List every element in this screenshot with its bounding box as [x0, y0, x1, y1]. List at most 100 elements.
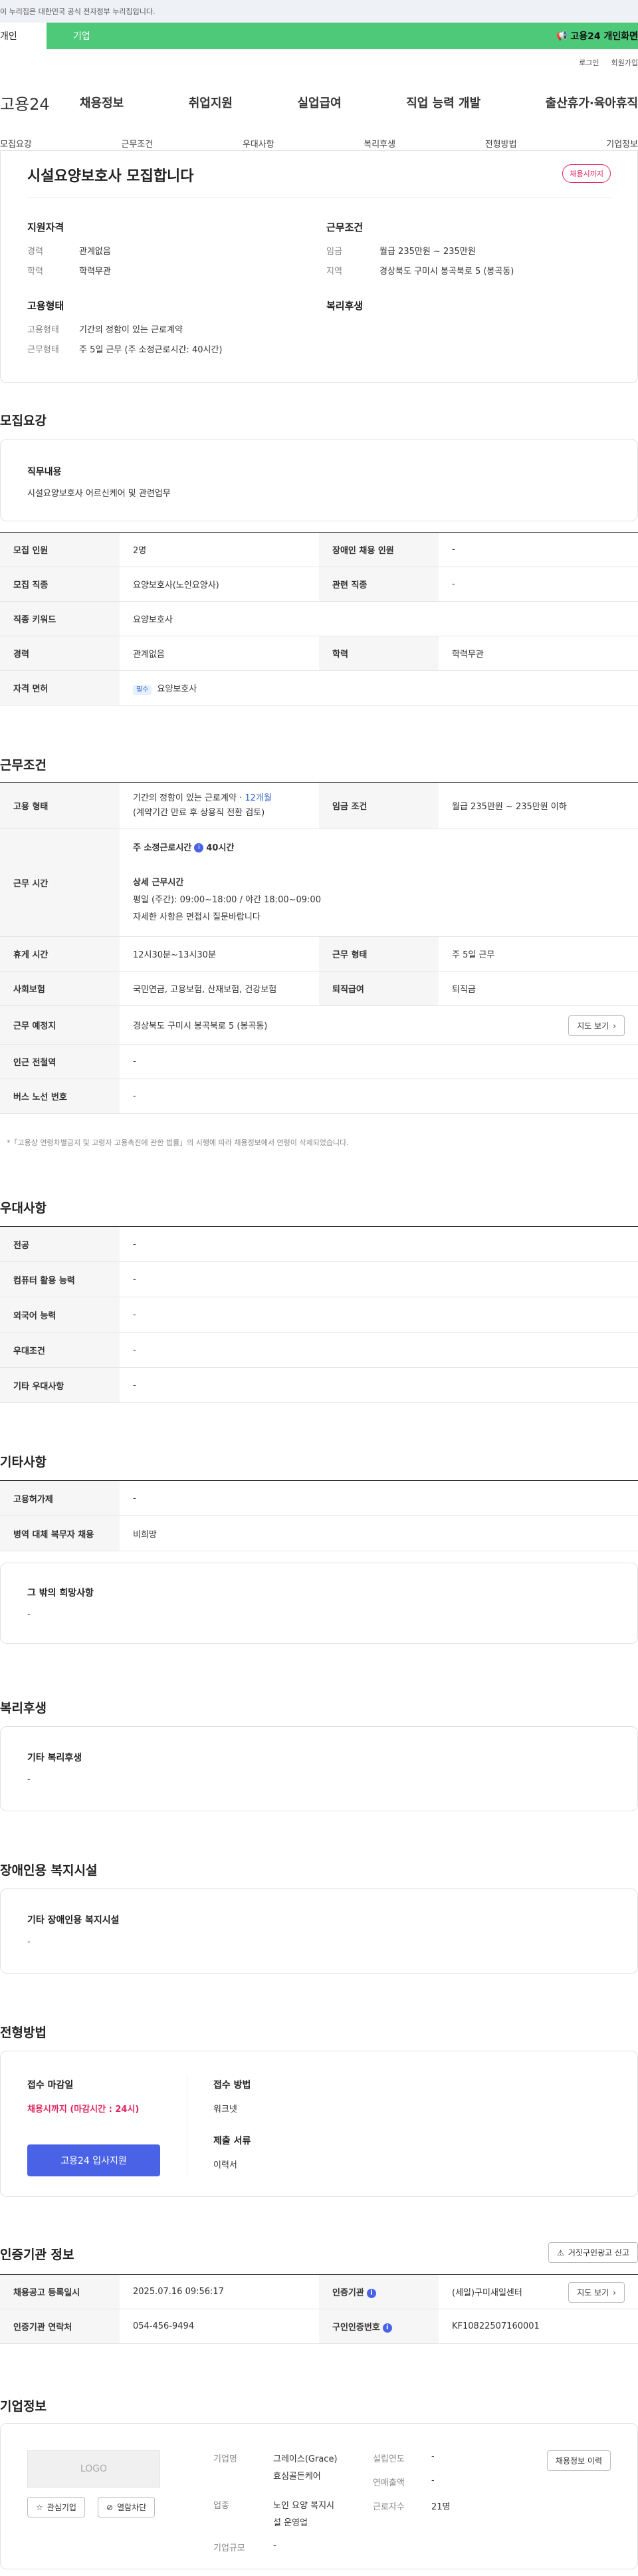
gov-notice-text: 이 누리집은 대한민국 공식 전자정부 누리집입니다. — [0, 7, 156, 16]
contract-months: 12개월 — [245, 793, 272, 803]
major-value: - — [120, 1226, 638, 1262]
hours-cell: 주 소정근로시간 i 40시간 상세 근무시간 평일 (주간): 09:00~18… — [120, 829, 638, 937]
chevron-right-icon: › — [613, 2287, 616, 2297]
disabled-card-value: - — [27, 1937, 31, 1947]
severance-label: 퇴직급여 — [319, 971, 439, 1006]
recruit-table: 모집 인원 2명 장애인 채용 인원 - 모집 직종 요양보호사(노인요양사) … — [0, 532, 638, 706]
place-cell: 경상북도 구미시 봉곡북로 5 (봉곡동) 지도 보기 › — [120, 1005, 638, 1045]
site-logo[interactable]: 고용24 — [0, 91, 80, 114]
personal-screen-link[interactable]: 📢 고용24 개인화면 — [556, 23, 638, 49]
login-link[interactable]: 로그인 — [579, 57, 599, 68]
other-pref-value: - — [120, 1367, 638, 1403]
welfare-heading: 복리후생 — [326, 300, 364, 312]
language-value: - — [120, 1297, 638, 1333]
emp-type-value: 기간의 정함이 있는 근로계약 — [79, 325, 183, 335]
founded-value: - — [431, 2452, 435, 2462]
related-occupation-value: - — [439, 567, 638, 602]
req-no-value: KF10822507160001 — [439, 2309, 638, 2344]
agency-map-button[interactable]: 지도 보기 › — [568, 2282, 625, 2303]
job-summary-card: 시설요양보호사 모집합니다 채용시까지 지원자격 경력 관계없음 학력 학력무관… — [0, 150, 638, 383]
hours-detail-1: 평일 (주간): 09:00~18:00 / 야간 18:00~09:00 — [133, 894, 321, 905]
signup-link[interactable]: 회원가입 — [611, 57, 638, 68]
industry-value-2: 설 운영업 — [273, 2518, 308, 2528]
pref-table: 전공 - 컴퓨터 활용 능력 - 외국어 능력 - 우대조건 - 기타 우대사항 - — [0, 1226, 638, 1403]
required-badge: 필수 — [133, 685, 152, 695]
report-icon: ⚠ — [557, 2248, 564, 2257]
hiring-history-button[interactable]: 채용정보 이력 — [546, 2450, 611, 2471]
tab-selection[interactable]: 전형방법 — [485, 137, 517, 150]
computer-skill-value: - — [120, 1261, 638, 1297]
bus-value: - — [120, 1079, 638, 1114]
work-form-row-value: 주 5일 근무 — [439, 936, 638, 971]
career-row-value: 관계없음 — [120, 636, 319, 671]
emp-heading: 고용형태 — [27, 300, 64, 312]
tab-company[interactable]: 기업 — [73, 29, 90, 43]
qual-heading: 지원자격 — [27, 221, 64, 233]
education-row-label: 학력 — [319, 636, 439, 671]
selection-card: 접수 마감일 채용시까지 (마감시간 : 24시) 고용24 입사지원 접수 방… — [0, 2051, 638, 2197]
region-label: 지역 — [326, 267, 342, 277]
global-nav: 고용24 채용정보 취업지원 실업급여 직업 능력 개발 출산휴가·육아휴직 — [0, 89, 638, 116]
welfare-card-heading: 기타 복리후생 — [27, 1753, 82, 1763]
main-menu: 채용정보 취업지원 실업급여 직업 능력 개발 출산휴가·육아휴직 — [80, 94, 638, 111]
disabled-card-heading: 기타 장애인용 복지시설 — [27, 1915, 120, 1926]
disabled-headcount-value: - — [439, 532, 638, 567]
other-wishes-heading: 그 밖의 희망사항 — [27, 1588, 94, 1599]
info-icon[interactable]: i — [382, 2323, 392, 2333]
hours-detail-2: 자세한 사항은 면접시 질문바랍니다 — [133, 912, 261, 922]
subway-label: 인근 전철역 — [0, 1044, 120, 1079]
chevron-right-icon: › — [613, 1021, 616, 1031]
cond-heading: 근무조건 — [326, 221, 364, 233]
welfare-section-title: 복리후생 — [0, 1701, 47, 1716]
other-pref-label: 기타 우대사항 — [0, 1367, 120, 1403]
pref-cond-value: - — [120, 1332, 638, 1368]
tab-company[interactable]: 기업정보 — [606, 137, 638, 150]
emp-form-label: 고용 형태 — [0, 782, 120, 829]
tab-welfare[interactable]: 복리후생 — [364, 137, 395, 150]
other-wishes-value: - — [27, 1610, 31, 1620]
emp-form-note: (계약기간 만료 후 상용직 전환 검토) — [133, 807, 265, 818]
menu-item-unemployment-benefit[interactable]: 실업급여 — [298, 94, 342, 111]
wage-label: 임금 — [326, 247, 342, 257]
block-label: 열람차단 — [117, 2503, 147, 2512]
work-form-label: 근무형태 — [27, 345, 59, 355]
gov-notice-bar: 이 누리집은 대한민국 공식 전자정부 누리집입니다. — [0, 0, 638, 23]
company-name-label: 기업명 — [213, 2454, 237, 2464]
favorite-company-button[interactable]: ☆ 관심기업 — [27, 2497, 85, 2517]
menu-item-parental-leave[interactable]: 출산휴가·육아휴직 — [546, 94, 638, 111]
cert-section-title: 인증기관 정보 — [0, 2248, 74, 2262]
other-wishes-card: 그 밖의 희망사항 - — [0, 1563, 638, 1644]
eps-value: - — [120, 1480, 638, 1516]
company-logo-placeholder: LOGO — [27, 2450, 160, 2488]
menu-item-vocational-training[interactable]: 직업 능력 개발 — [406, 94, 480, 111]
star-icon: ☆ — [36, 2502, 43, 2512]
etc-table: 고용허가제 - 병역 대체 복무자 채용 비희망 — [0, 1480, 638, 1551]
apply-button[interactable]: 고용24 입사지원 — [27, 2144, 160, 2176]
tab-recruit[interactable]: 모집요강 — [0, 137, 32, 150]
break-value: 12시30분~13시30분 — [120, 936, 319, 971]
headcount-value: 2명 — [120, 532, 319, 567]
military-alt-value: 비희망 — [120, 1515, 638, 1551]
info-icon[interactable]: i — [194, 843, 204, 852]
req-no-label-cell: 구인인증번호 i — [319, 2309, 439, 2344]
map-button[interactable]: 지도 보기 › — [568, 1015, 625, 1036]
false-ad-report-button[interactable]: ⚠ 거짓구인광고 신고 — [548, 2242, 638, 2263]
method-heading: 접수 방법 — [213, 2080, 251, 2091]
menu-item-jobs[interactable]: 채용정보 — [80, 94, 124, 111]
tab-work-conditions[interactable]: 근무조건 — [121, 137, 153, 150]
tab-personal[interactable]: 개인 — [0, 23, 47, 49]
hours-label: 근무 시간 — [0, 829, 120, 937]
menu-item-employment-support[interactable]: 취업지원 — [189, 94, 233, 111]
disabled-card: 기타 장애인용 복지시설 - — [0, 1888, 638, 1974]
company-card: LOGO ☆ 관심기업 ⊘ 열람차단 기업명 그레이스(Grace) 효심골든케어 … — [0, 2423, 638, 2569]
status-pill: 채용시까지 — [562, 164, 611, 183]
related-occupation-label: 관련 직종 — [319, 567, 439, 602]
info-icon[interactable]: i — [366, 2288, 376, 2298]
req-no-label: 구인인증번호 — [332, 2323, 380, 2333]
block-icon: ⊘ — [106, 2502, 114, 2512]
occupation-label: 모집 직종 — [0, 567, 120, 602]
tab-preferences[interactable]: 우대사항 — [243, 137, 274, 150]
block-view-button[interactable]: ⊘ 열람차단 — [98, 2497, 156, 2517]
company-section-title: 기업정보 — [0, 2399, 47, 2414]
place-label: 근무 예정지 — [0, 1005, 120, 1045]
